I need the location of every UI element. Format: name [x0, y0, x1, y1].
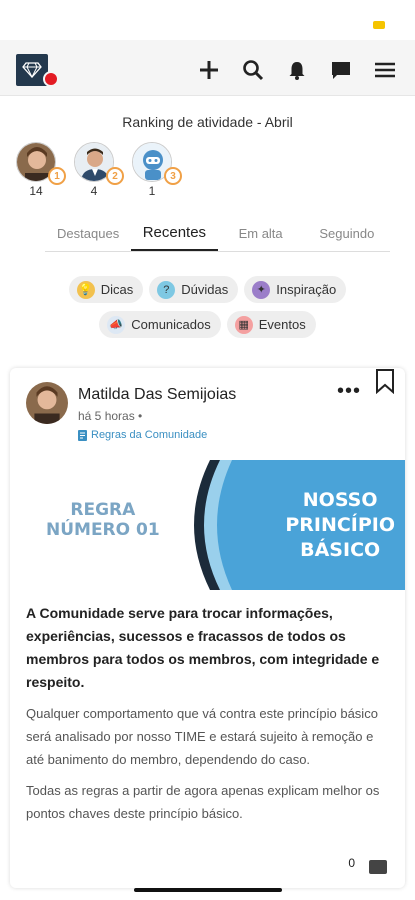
- bookmark-button[interactable]: [375, 368, 395, 399]
- chip-label: Inspiração: [276, 282, 337, 297]
- status-indicator: [373, 21, 385, 29]
- status-bar: [0, 0, 415, 40]
- chip-dicas[interactable]: 💡 Dicas: [68, 276, 144, 303]
- post-lead-text: A Comunidade serve para trocar informaçõ…: [26, 605, 380, 690]
- chip-comunicados[interactable]: 📣 Comunicados: [99, 311, 221, 338]
- tab-seguindo[interactable]: Seguindo: [304, 220, 390, 251]
- post-paragraph: Qualquer comportamento que vá contra est…: [26, 706, 378, 767]
- comment-count: 0: [348, 856, 355, 870]
- search-icon: [243, 60, 264, 81]
- category-chips: 💡 Dicas ? Dúvidas ✦ Inspiração 📣 Comunic…: [0, 276, 415, 338]
- chip-eventos[interactable]: ▦ Eventos: [226, 311, 316, 338]
- chip-label: Dúvidas: [181, 282, 229, 297]
- ranking-user[interactable]: 2 4: [74, 142, 124, 198]
- ranking-list: 1 14 2 4 3 1: [0, 142, 415, 198]
- megaphone-icon: 📣: [107, 315, 126, 334]
- question-person-icon: ?: [157, 280, 176, 299]
- post-card[interactable]: Matilda Das Semijoias há 5 horas • Regra…: [10, 368, 405, 888]
- post-body: A Comunidade serve para trocar informaçõ…: [26, 602, 391, 825]
- banner-right-line: PRINCÍPIO: [285, 514, 395, 536]
- ranking-user[interactable]: 3 1: [132, 142, 182, 198]
- notifications-button[interactable]: [283, 56, 311, 84]
- bookmark-icon: [376, 369, 394, 395]
- medal-badge: 3: [164, 167, 182, 185]
- menu-button[interactable]: [371, 56, 399, 84]
- home-indicator[interactable]: [134, 888, 282, 892]
- post-category-label: Regras da Comunidade: [91, 429, 208, 441]
- chip-label: Dicas: [100, 282, 134, 297]
- add-post-button[interactable]: [195, 56, 223, 84]
- calendar-icon: ▦: [234, 315, 253, 334]
- plus-icon: [200, 61, 218, 79]
- activity-count: 14: [29, 184, 43, 198]
- ranking-title: Ranking de atividade - Abril: [122, 114, 293, 130]
- diamond-icon: [22, 62, 42, 78]
- chat-icon: [332, 62, 350, 79]
- post-author[interactable]: Matilda Das Semijoias: [78, 386, 236, 404]
- hamburger-icon: [375, 62, 395, 78]
- banner-right-text: NOSSO PRINCÍPIO BÁSICO: [285, 488, 395, 563]
- messages-button[interactable]: [327, 56, 355, 84]
- post-timestamp: há 5 horas •: [78, 409, 143, 423]
- bell-icon: [289, 62, 305, 80]
- banner-left-text: REGRA NÚMERO 01: [46, 500, 160, 540]
- tab-destaques[interactable]: Destaques: [45, 220, 131, 251]
- chip-duvidas[interactable]: ? Dúvidas: [149, 276, 239, 303]
- banner-left-line: NÚMERO 01: [46, 520, 160, 540]
- chip-label: Eventos: [258, 317, 306, 332]
- notification-badge: [43, 71, 59, 87]
- sparkle-icon: ✦: [252, 280, 271, 299]
- tab-em-alta[interactable]: Em alta: [218, 220, 304, 251]
- banner-right-line: NOSSO: [302, 489, 378, 511]
- banner-left-line: REGRA: [70, 500, 136, 520]
- post-paragraph: Todas as regras a partir de agora apenas…: [26, 783, 380, 821]
- activity-count: 1: [148, 184, 156, 198]
- feed-tabs: Destaques Recentes Em alta Seguindo: [45, 220, 390, 252]
- avatar[interactable]: [26, 382, 68, 424]
- banner-right-line: BÁSICO: [300, 539, 381, 561]
- tab-recentes[interactable]: Recentes: [131, 220, 218, 251]
- activity-count: 4: [90, 184, 98, 198]
- ranking-user[interactable]: 1 14: [16, 142, 66, 198]
- lightbulb-icon: 💡: [76, 280, 95, 299]
- chip-label: Comunicados: [131, 317, 211, 332]
- post-category-link[interactable]: Regras da Comunidade: [78, 429, 207, 441]
- more-options-button[interactable]: •••: [337, 380, 361, 403]
- top-navigation-bar: [0, 40, 415, 96]
- comment-icon[interactable]: [369, 860, 387, 874]
- document-icon: [78, 429, 87, 441]
- medal-badge: 1: [48, 167, 66, 185]
- chip-inspiracao[interactable]: ✦ Inspiração: [244, 276, 347, 303]
- search-button[interactable]: [239, 56, 267, 84]
- post-image-banner[interactable]: REGRA NÚMERO 01 NOSSO PRINCÍPIO BÁSICO: [10, 460, 405, 590]
- medal-badge: 2: [106, 167, 124, 185]
